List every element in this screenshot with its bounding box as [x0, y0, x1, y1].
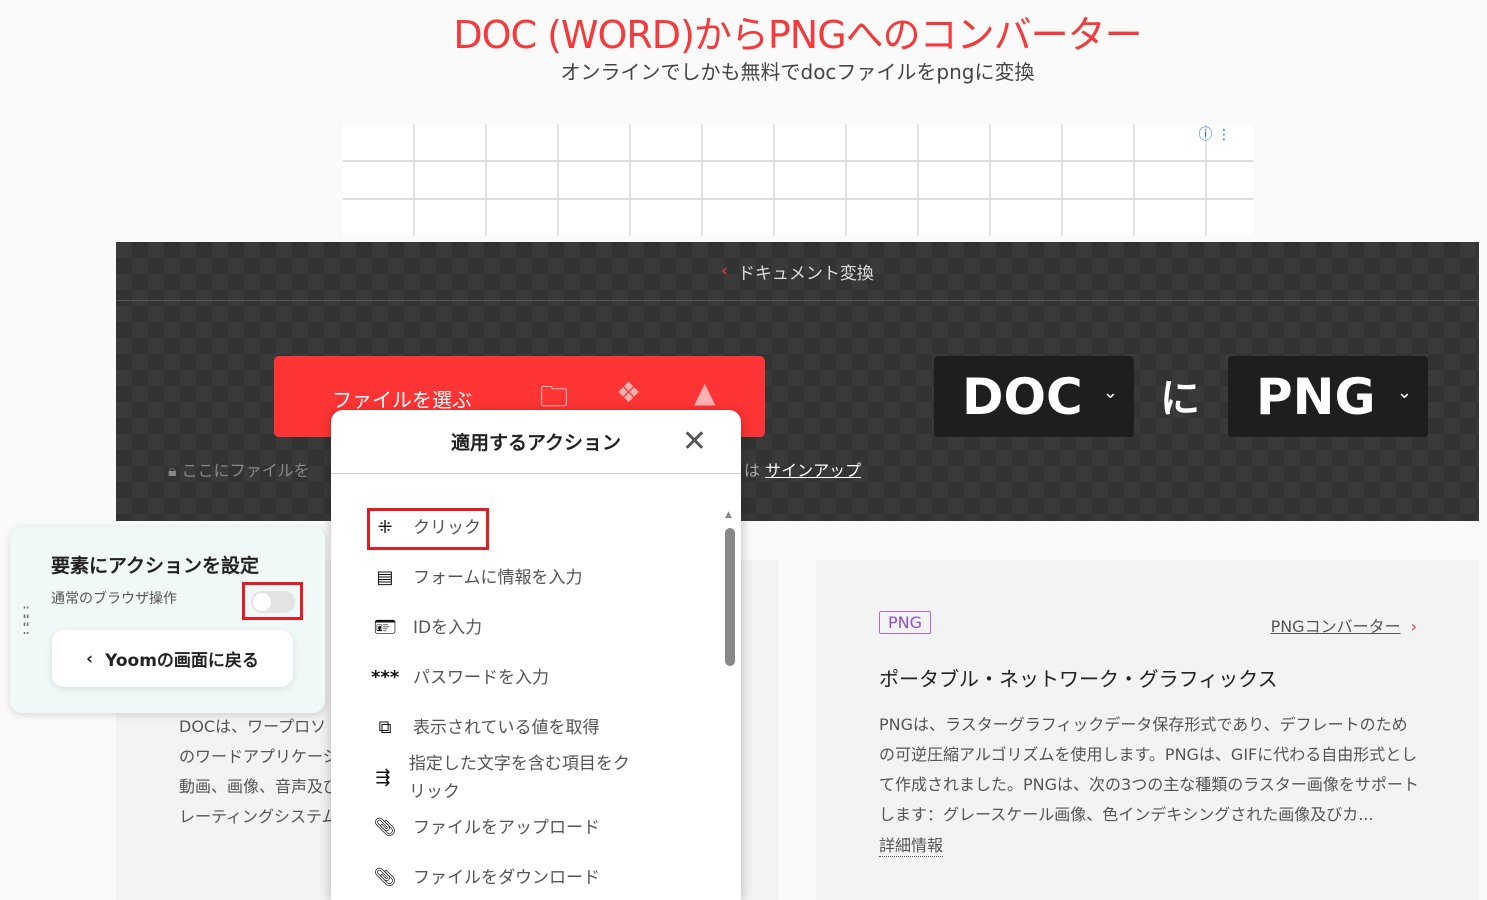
back-to-yoom-button[interactable]: ‹ Yoomの画面に戻る: [52, 630, 293, 687]
ad-info-icon[interactable]: ⓘ ⋮: [1199, 124, 1231, 144]
chevron-down-icon: ⌄: [1102, 382, 1118, 403]
copy-icon: ⧉: [378, 717, 392, 738]
google-drive-icon[interactable]: ▲: [694, 376, 716, 409]
ad-banner[interactable]: ⓘ ⋮: [343, 124, 1253, 236]
toggle-label: 通常のブラウザ操作: [51, 591, 177, 607]
scrollbar[interactable]: ▲: [725, 510, 735, 890]
drop-text: ここにファイルを: [181, 461, 310, 480]
signup-link[interactable]: サインアップ: [765, 461, 861, 480]
more-info-link[interactable]: 詳細情報: [879, 832, 944, 857]
back-button-label: Yoomの画面に戻る: [105, 651, 259, 671]
action-label: フォームに情報を入力: [413, 568, 583, 588]
action-label: ファイルをアップロード: [413, 818, 600, 838]
scrollbar-thumb[interactable]: [725, 528, 735, 666]
png-info-card: PNG PNGコンバーター › ポータブル・ネットワーク・グラフィックス PNGは…: [816, 560, 1479, 900]
action-item-click-text[interactable]: ⇶ 指定した文字を含む項目をクリック: [371, 750, 641, 806]
chevron-left-icon: ‹: [86, 648, 94, 669]
action-item-get-value[interactable]: ⧉ 表示されている値を取得: [371, 714, 681, 742]
chevron-left-icon: ‹: [721, 261, 728, 281]
action-item-click[interactable]: ⁜ クリック: [371, 514, 681, 542]
dropbox-icon[interactable]: ❖: [616, 376, 641, 409]
yoom-panel: ⁚⁚ ⁚⁚ ⁚⁚ 要素にアクションを設定 通常のブラウザ操作 ‹ Yoomの画面に戻る: [10, 527, 325, 713]
action-item-download[interactable]: 📎︎ ファイルをダウンロード: [371, 864, 681, 892]
png-converter-link-text[interactable]: PNGコンバーター: [1271, 617, 1401, 636]
doc-line: 動画、画像、音声及び: [179, 777, 340, 796]
drop-hint: 🔒︎ ここにファイルを: [168, 457, 310, 481]
doc-line: DOCは、ワープロソ: [179, 717, 327, 736]
png-title: ポータブル・ネットワーク・グラフィックス: [879, 667, 1278, 691]
format-badge: PNG: [879, 611, 932, 634]
action-modal: 適用するアクション ✕ ⁜ クリック ▤ フォームに情報を入力 🪪︎ IDを入力 **…: [331, 410, 741, 900]
breadcrumb-label[interactable]: ドキュメント変換: [738, 259, 874, 284]
page-title: DOC (WORD)からPNGへのコンバーター: [453, 13, 1142, 57]
password-icon: ***: [371, 667, 400, 688]
to-label: に: [1160, 376, 1200, 422]
action-label: IDを入力: [413, 618, 483, 638]
png-description: PNGは、ラスターグラフィックデータ保存形式であり、デフレートのための可逆圧縮ア…: [879, 715, 1419, 824]
doc-description: DOCは、ワープロソ のワードアプリケーシ 動画、画像、音声及び レーティングシ…: [179, 712, 339, 832]
from-format-select[interactable]: DOC ⌄: [934, 356, 1134, 437]
action-label: クリック: [413, 518, 481, 538]
action-item-upload[interactable]: 📎︎ ファイルをアップロード: [371, 814, 681, 842]
page-subtitle: オンラインでしかも無料でdocファイルをpngに変換: [560, 60, 1035, 84]
to-format-value: PNG: [1256, 367, 1376, 426]
download-icon: 📎︎: [373, 867, 397, 888]
action-item-password[interactable]: *** パスワードを入力: [371, 664, 681, 692]
scroll-up-icon[interactable]: ▲: [725, 510, 732, 520]
action-label: パスワードを入力: [413, 668, 549, 688]
breadcrumb[interactable]: ‹ ドキュメント変換: [116, 242, 1479, 301]
from-format-value: DOC: [962, 367, 1083, 426]
action-item-form[interactable]: ▤ フォームに情報を入力: [371, 564, 681, 592]
action-label: 表示されている値を取得: [413, 718, 600, 738]
form-icon: ▤: [376, 567, 394, 588]
action-label: 指定した文字を含む項目をクリック: [408, 754, 630, 802]
png-converter-link[interactable]: PNGコンバーター ›: [1271, 613, 1417, 637]
chevron-down-icon: ⌄: [1396, 382, 1412, 403]
drag-handle-icon[interactable]: ⁚⁚ ⁚⁚ ⁚⁚: [22, 605, 30, 637]
action-item-id[interactable]: 🪪︎ IDを入力: [371, 614, 681, 642]
signup-hint: は サインアップ: [744, 457, 861, 481]
id-card-icon: 🪪︎: [373, 617, 397, 638]
click-icon: ⁜: [377, 517, 393, 538]
browser-mode-toggle[interactable]: [242, 582, 303, 620]
lock-icon: 🔒︎: [168, 461, 182, 480]
chevron-right-icon: ›: [1410, 617, 1417, 636]
converter-panel: ‹ ドキュメント変換 ファイルを選ぶ 🗀 ❖ ▲ DOC ⌄ に PNG ⌄ 🔒︎ こ…: [116, 242, 1479, 521]
text-click-icon: ⇶: [375, 767, 391, 788]
yoom-panel-title: 要素にアクションを設定: [51, 555, 260, 577]
to-format-select[interactable]: PNG ⌄: [1228, 356, 1428, 437]
close-icon[interactable]: ✕: [682, 424, 707, 459]
modal-title: 適用するアクション: [331, 410, 741, 474]
choose-file-label: ファイルを選ぶ: [332, 388, 472, 412]
doc-line: レーティングシステム: [179, 807, 338, 826]
signup-prefix: は: [744, 461, 761, 480]
doc-line: のワードアプリケーシ: [179, 747, 339, 766]
action-label: ファイルをダウンロード: [413, 868, 600, 888]
upload-icon: 📎︎: [373, 817, 397, 838]
